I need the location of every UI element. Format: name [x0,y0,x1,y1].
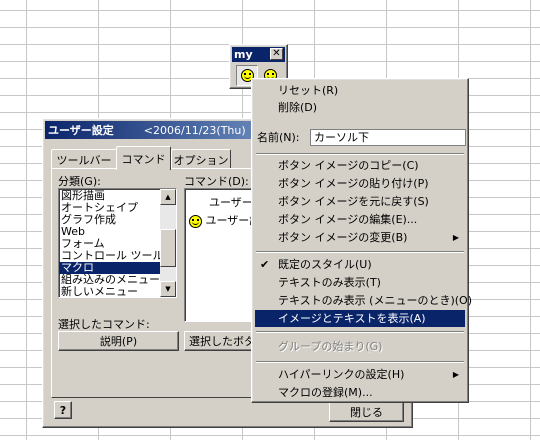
describe-button[interactable]: 説明(P) [58,331,179,351]
dialog-title: ユーザー設定 [48,124,114,137]
scroll-up-button[interactable]: ▲ [160,189,176,205]
command-item[interactable]: ユーザー設 [189,212,260,228]
menu-default-style-label: 既定のスタイル(U) [278,258,372,271]
selected-command-label: 選択したコマンド: [58,318,150,331]
help-button[interactable]: ? [54,401,72,419]
check-icon: ✔ [260,258,270,271]
category-label: 分類(G): [58,175,101,188]
menu-separator [256,361,464,363]
name-label: 名前(N): [257,131,300,144]
menu-text-only-menu[interactable]: テキストのみ表示 (メニューのとき)(O) [255,292,472,309]
menu-copy-image[interactable]: ボタン イメージのコピー(C) [255,157,465,174]
menu-reset[interactable]: リセット(R) [255,82,465,99]
scroll-thumb[interactable] [160,229,176,267]
menu-assign-macro[interactable]: マクロの登録(M)... [255,384,465,401]
name-input[interactable]: カーソル下 [310,129,466,146]
submenu-arrow-icon: ▶ [452,233,459,242]
tab-toolbars-label: ツールバー [56,153,112,167]
tab-options-label: オプション [173,153,229,167]
category-list[interactable]: 図形描画 オートシェイプ グラフ作成 Web フォーム コントロール ツールボ マクロ 組み込… [58,188,177,298]
smiley-icon [189,214,202,228]
menu-hyperlink[interactable]: ハイパーリンクの設定(H) ▶ [255,366,465,383]
scroll-down-button[interactable]: ▼ [160,281,176,297]
button-context-menu: リセット(R) 削除(D) 名前(N): カーソル下 ボタン イメージのコピー(… [251,78,472,403]
toolbar-title-bar: my ✕ [232,47,285,62]
menu-begin-group: グループの始まり(G) [278,340,383,353]
help-icon: ? [59,403,67,417]
menu-hyperlink-label: ハイパーリンクの設定(H) [278,368,405,381]
command-label: コマンド(D): [184,175,249,188]
tab-commands[interactable]: コマンド [116,146,171,170]
menu-delete[interactable]: 削除(D) [255,99,465,116]
category-scrollbar[interactable]: ▲ ▼ [160,189,176,297]
close-button[interactable]: 閉じる [329,401,404,422]
category-item[interactable]: 新しいメニュー [59,286,176,298]
dialog-title-date: <2006/11/23(Thu) [143,123,246,137]
close-icon[interactable]: ✕ [270,48,283,60]
tab-toolbars[interactable]: ツールバー [51,149,117,169]
menu-edit-image[interactable]: ボタン イメージの編集(E)... [255,211,465,228]
menu-paste-image[interactable]: ボタン イメージの貼り付け(P) [255,175,465,192]
toolbar-title: my [234,48,253,61]
menu-separator [256,251,464,253]
menu-image-and-text[interactable]: イメージとテキストを表示(A) [255,310,465,327]
menu-separator [256,331,464,333]
menu-change-image[interactable]: ボタン イメージの変更(B) ▶ [255,229,465,246]
menu-change-image-label: ボタン イメージの変更(B) [278,231,408,244]
menu-text-only[interactable]: テキストのみ表示(T) [255,274,465,291]
menu-separator [256,153,464,155]
tab-options[interactable]: オプション [171,149,231,169]
tab-commands-label: コマンド [121,152,166,166]
menu-default-style[interactable]: ✔ 既定のスタイル(U) [255,256,465,273]
menu-restore-image[interactable]: ボタン イメージを元に戻す(S) [255,193,465,210]
submenu-arrow-icon: ▶ [452,370,459,379]
